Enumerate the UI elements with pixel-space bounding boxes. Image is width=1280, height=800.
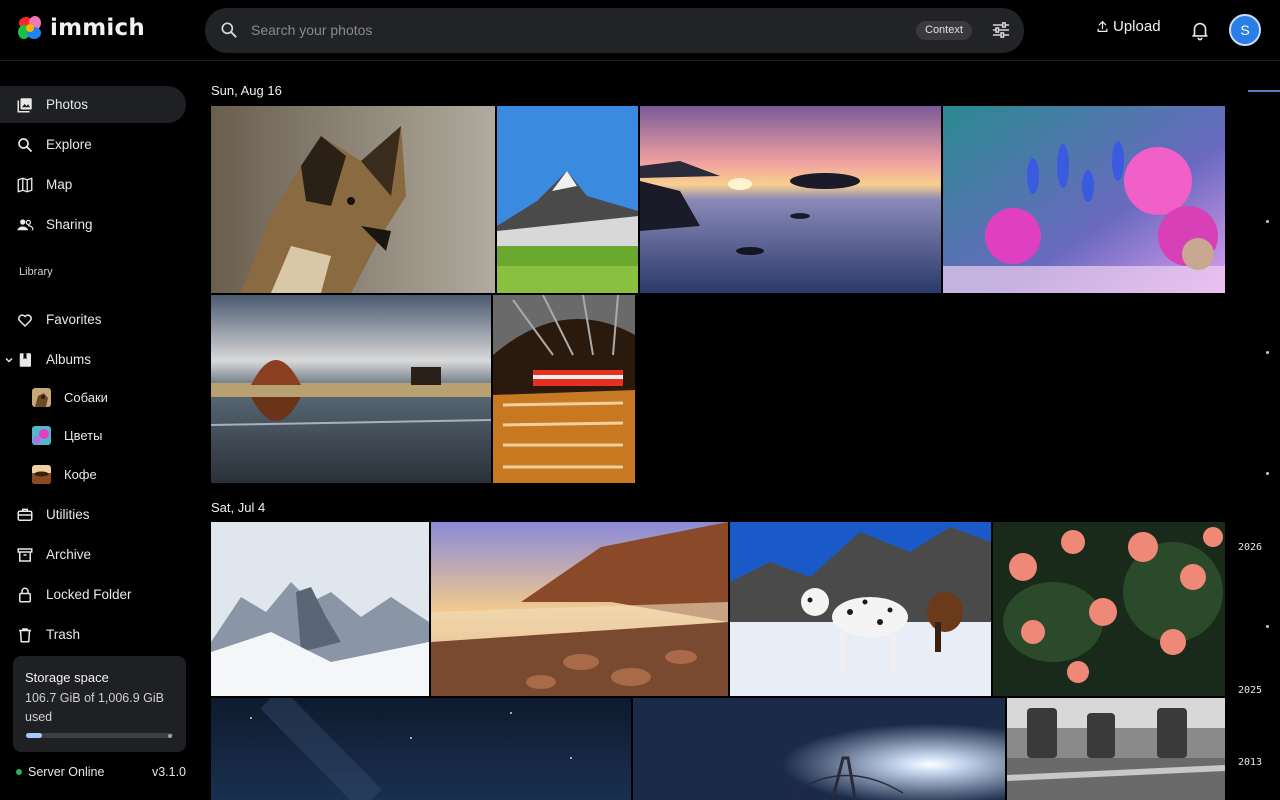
photo-african-wild-dog[interactable] <box>211 106 495 293</box>
app-logo[interactable]: immich <box>16 14 145 42</box>
heart-icon <box>18 313 32 327</box>
photo-lake-tree-reflection[interactable] <box>211 295 491 483</box>
sidebar-item-sharing[interactable]: Sharing <box>0 206 186 243</box>
photo-snowy-peaks[interactable] <box>211 522 429 696</box>
timeline-year-label[interactable]: 2013 <box>1238 757 1262 768</box>
upload-icon <box>1097 21 1108 32</box>
context-search-toggle[interactable]: Context <box>916 21 972 40</box>
sidebar-item-explore[interactable]: Explore <box>0 126 186 163</box>
photo-rocky-shore-sunset[interactable] <box>431 522 728 696</box>
photo-mountain-meadow[interactable] <box>497 106 638 293</box>
toolbox-icon <box>17 508 33 521</box>
map-icon <box>17 177 33 192</box>
sidebar-item-label: Favorites <box>46 312 102 327</box>
sidebar-item-locked-folder[interactable]: Locked Folder <box>0 576 186 613</box>
upload-button[interactable]: Upload <box>1096 18 1161 35</box>
storage-usage-text: 106.7 GiB of 1,006.9 GiB used <box>25 691 164 724</box>
photo-pink-roses[interactable] <box>993 522 1225 696</box>
sidebar-item-utilities[interactable]: Utilities <box>0 496 186 533</box>
timeline-year-label[interactable]: 2026 <box>1238 542 1262 553</box>
album-label: Собаки <box>64 389 108 405</box>
photos-icon <box>17 97 32 112</box>
timeline-year-label[interactable]: 2025 <box>1238 685 1262 696</box>
date-group-label[interactable]: Sat, Jul 4 <box>211 500 265 515</box>
photo-night-sky[interactable] <box>211 698 631 800</box>
album-label: Цветы <box>64 427 103 443</box>
sidebar-item-albums[interactable]: Albums <box>0 341 186 378</box>
album-icon <box>19 352 31 367</box>
search-icon <box>221 22 237 38</box>
storage-progress-bar <box>26 733 173 738</box>
album-item-kofe[interactable]: Кофе <box>32 463 97 485</box>
photo-dogs-in-snow[interactable] <box>730 522 991 696</box>
timeline-scrubber-dot[interactable] <box>1266 625 1269 628</box>
search-input[interactable] <box>251 18 851 42</box>
timeline-scrubber-dot[interactable] <box>1266 472 1269 475</box>
storage-title: Storage space <box>25 670 109 685</box>
sidebar-item-label: Trash <box>46 627 81 642</box>
server-version[interactable]: v3.1.0 <box>152 765 186 779</box>
photo-sunset-beach[interactable] <box>640 106 941 293</box>
album-label: Кофе <box>64 466 97 482</box>
timeline-scrubber-position[interactable] <box>1248 90 1280 92</box>
user-avatar[interactable]: S <box>1229 14 1261 46</box>
immich-logo-icon <box>18 16 41 39</box>
sidebar-item-trash[interactable]: Trash <box>0 616 186 653</box>
storage-bar-end-dot <box>168 734 172 738</box>
sidebar-item-label: Utilities <box>46 507 90 522</box>
album-thumbnail <box>32 425 51 445</box>
sidebar-item-label: Sharing <box>46 217 93 232</box>
timeline-scrubber-dot[interactable] <box>1266 351 1269 354</box>
sidebar-item-label: Map <box>46 177 73 192</box>
sidebar-item-label: Photos <box>46 97 89 112</box>
filter-options-icon[interactable] <box>991 20 1011 40</box>
search-icon <box>18 137 32 152</box>
sidebar-item-label: Albums <box>46 352 92 367</box>
photo-train-station[interactable] <box>493 295 635 483</box>
search-bar[interactable]: Context <box>205 8 1024 53</box>
sidebar-item-label: Archive <box>46 547 92 562</box>
top-bar: immich Context Upload <box>0 0 1280 61</box>
trash-icon <box>19 627 31 642</box>
photo-cafe-chairs[interactable] <box>1007 698 1225 800</box>
album-thumbnail <box>32 387 51 407</box>
sidebar-item-archive[interactable]: Archive <box>0 536 186 573</box>
date-group-label[interactable]: Sun, Aug 16 <box>211 83 282 98</box>
album-item-sobaki[interactable]: Собаки <box>32 386 108 408</box>
server-status: Server Online v3.1.0 <box>16 765 186 779</box>
sidebar-item-label: Locked Folder <box>46 587 132 602</box>
chevron-down-icon[interactable] <box>4 355 14 365</box>
storage-progress-fill <box>26 733 42 738</box>
album-thumbnail <box>32 464 51 484</box>
upload-label: Upload <box>1113 18 1161 35</box>
sidebar-item-label: Explore <box>46 137 92 152</box>
album-item-tsvety[interactable]: Цветы <box>32 424 102 446</box>
server-online-indicator <box>16 769 22 775</box>
archive-icon <box>17 547 33 562</box>
lock-icon <box>19 587 31 602</box>
library-section-label: Library <box>19 266 53 278</box>
server-status-text: Server Online <box>28 765 105 779</box>
photo-pink-blue-flowers[interactable] <box>943 106 1225 293</box>
people-icon <box>17 218 34 231</box>
photo-bridge-sun[interactable] <box>633 698 1005 800</box>
notifications-bell-icon[interactable] <box>1189 19 1211 41</box>
app-name: immich <box>50 15 145 41</box>
immich-app: immich Context Upload <box>0 0 1280 800</box>
sidebar-item-photos[interactable]: Photos <box>0 86 186 123</box>
timeline-scrubber-dot[interactable] <box>1266 220 1269 223</box>
storage-card: Storage space 106.7 GiB of 1,006.9 GiB u… <box>13 656 186 752</box>
sidebar: Photos Explore Map Sharing Library Favor… <box>0 61 200 800</box>
sidebar-item-favorites[interactable]: Favorites <box>0 301 186 338</box>
sidebar-item-map[interactable]: Map <box>0 166 186 203</box>
